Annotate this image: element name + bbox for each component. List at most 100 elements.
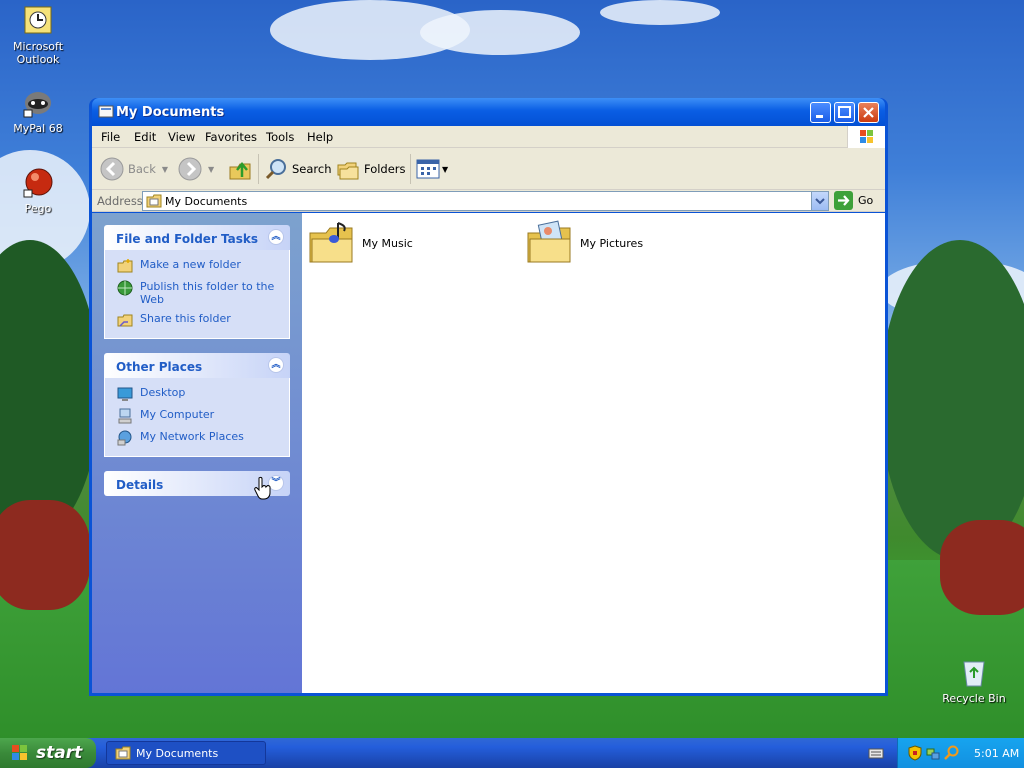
desktop-icon-label: Microsoft Outlook [12, 40, 64, 66]
forward-button[interactable]: ▼ [178, 157, 214, 181]
desktop-icon-label: Pego [24, 202, 52, 215]
file-name: My Music [362, 236, 413, 250]
window-title: My Documents [116, 105, 225, 120]
task-pane: File and Folder Tasks ︽ Make a new folde… [92, 213, 302, 693]
up-folder-button[interactable] [228, 157, 252, 181]
new-folder-icon [117, 259, 133, 273]
panel-title: Other Places [116, 360, 203, 374]
close-button[interactable] [858, 102, 879, 123]
menu-file[interactable]: File [101, 130, 120, 144]
desktop-icon-mypal[interactable]: MyPal 68 [0, 86, 76, 135]
address-field[interactable]: My Documents [142, 191, 829, 211]
file-folder-tasks-header[interactable]: File and Folder Tasks ︽ [104, 225, 290, 250]
recycle-bin-icon [958, 656, 990, 688]
back-dropdown-icon[interactable]: ▼ [162, 165, 168, 174]
address-dropdown-button[interactable] [811, 192, 828, 210]
minimize-button[interactable] [810, 102, 831, 123]
taskbar: start My Documents 5:01 AM [0, 738, 1024, 768]
explorer-content: File and Folder Tasks ︽ Make a new folde… [92, 213, 885, 693]
menu-favorites[interactable]: Favorites [205, 130, 257, 144]
address-label: Address [97, 194, 143, 208]
desktop-icon [117, 387, 133, 401]
task-label: Publish this folder to the Web [140, 280, 275, 306]
file-view[interactable]: My Music My Pictures [302, 213, 885, 693]
my-documents-icon [115, 746, 131, 760]
security-shield-icon[interactable] [908, 745, 922, 761]
forward-dropdown-icon[interactable]: ▼ [208, 165, 214, 174]
views-icon [416, 159, 440, 179]
task-make-new-folder[interactable]: Make a new folder [117, 258, 289, 274]
folders-icon [337, 162, 359, 180]
desktop-icon-pego[interactable]: Pego [0, 166, 76, 215]
address-value: My Documents [165, 195, 248, 208]
collapse-chevron-icon[interactable]: ︽ [268, 357, 284, 373]
menu-edit[interactable]: Edit [134, 130, 156, 144]
place-label: My Network Places [140, 430, 244, 443]
task-publish-folder[interactable]: Publish this folder to the Web [117, 280, 289, 306]
search-button[interactable]: Search [264, 157, 332, 181]
keyboard-icon[interactable] [868, 746, 884, 760]
task-label: Share this folder [140, 312, 231, 325]
folders-label: Folders [364, 162, 406, 176]
menu-help[interactable]: Help [307, 130, 333, 144]
place-desktop[interactable]: Desktop [117, 386, 289, 402]
forward-arrow-icon [178, 157, 202, 181]
title-bar[interactable]: My Documents [92, 98, 885, 126]
taskbar-item-my-documents[interactable]: My Documents [106, 741, 266, 765]
explorer-window: My Documents File Edit View Favorites To… [89, 98, 888, 696]
views-button[interactable]: ▼ [416, 157, 448, 181]
menu-tools[interactable]: Tools [266, 130, 294, 144]
panel-title: Details [116, 478, 164, 492]
other-places-header[interactable]: Other Places ︽ [104, 353, 290, 378]
clock[interactable]: 5:01 AM [974, 747, 1019, 760]
desktop-icon-label: Recycle Bin [942, 692, 1006, 705]
other-places-panel: Other Places ︽ Desktop My Computer My Ne… [104, 353, 290, 457]
search-tray-icon[interactable] [944, 745, 960, 761]
my-computer-icon [118, 408, 132, 424]
search-icon [265, 159, 286, 180]
file-name: My Pictures [580, 236, 644, 250]
outlook-icon [22, 4, 54, 36]
file-item-my-music[interactable]: My Music [308, 219, 413, 267]
network-places-icon [117, 430, 132, 446]
file-folder-tasks-panel: File and Folder Tasks ︽ Make a new folde… [104, 225, 290, 339]
maximize-button[interactable] [834, 102, 855, 123]
back-button[interactable]: Back ▼ [100, 157, 168, 181]
go-button[interactable]: Go [834, 191, 873, 210]
file-item-my-pictures[interactable]: My Pictures [526, 219, 643, 267]
place-my-network-places[interactable]: My Network Places [117, 430, 289, 446]
task-label: Make a new folder [140, 258, 241, 271]
raccoon-icon [22, 86, 54, 118]
back-label: Back [128, 162, 156, 176]
toolbar: Back ▼ ▼ Search Folders ▼ [92, 148, 885, 190]
maximize-icon [838, 106, 851, 118]
place-label: My Computer [140, 408, 215, 421]
up-folder-icon [229, 162, 251, 180]
desktop-icon-outlook[interactable]: Microsoft Outlook [0, 4, 76, 66]
close-icon [863, 107, 874, 118]
pictures-folder-icon [527, 220, 571, 263]
start-button[interactable]: start [0, 738, 96, 768]
views-dropdown-icon[interactable]: ▼ [442, 165, 448, 174]
back-arrow-icon [100, 157, 124, 181]
windows-flag-icon [847, 126, 885, 148]
folders-button[interactable]: Folders [336, 157, 406, 181]
collapse-chevron-icon[interactable]: ︽ [268, 229, 284, 245]
taskbar-item-label: My Documents [136, 746, 219, 760]
hand-pointer-icon [254, 476, 271, 500]
task-share-folder[interactable]: Share this folder [117, 312, 289, 328]
menu-view[interactable]: View [168, 130, 195, 144]
music-folder-icon [309, 222, 353, 263]
place-my-computer[interactable]: My Computer [117, 408, 289, 424]
panel-title: File and Folder Tasks [116, 232, 259, 246]
search-label: Search [292, 162, 332, 176]
windows-logo-icon [12, 745, 27, 760]
desktop-icon-label: MyPal 68 [13, 122, 63, 135]
go-label: Go [858, 194, 874, 207]
my-documents-icon [146, 194, 162, 208]
desktop-icon-recycle-bin[interactable]: Recycle Bin [936, 656, 1012, 705]
folder-window-icon [98, 104, 114, 118]
globe-icon [117, 280, 133, 296]
network-icon[interactable] [926, 745, 940, 761]
start-label: start [36, 743, 83, 763]
